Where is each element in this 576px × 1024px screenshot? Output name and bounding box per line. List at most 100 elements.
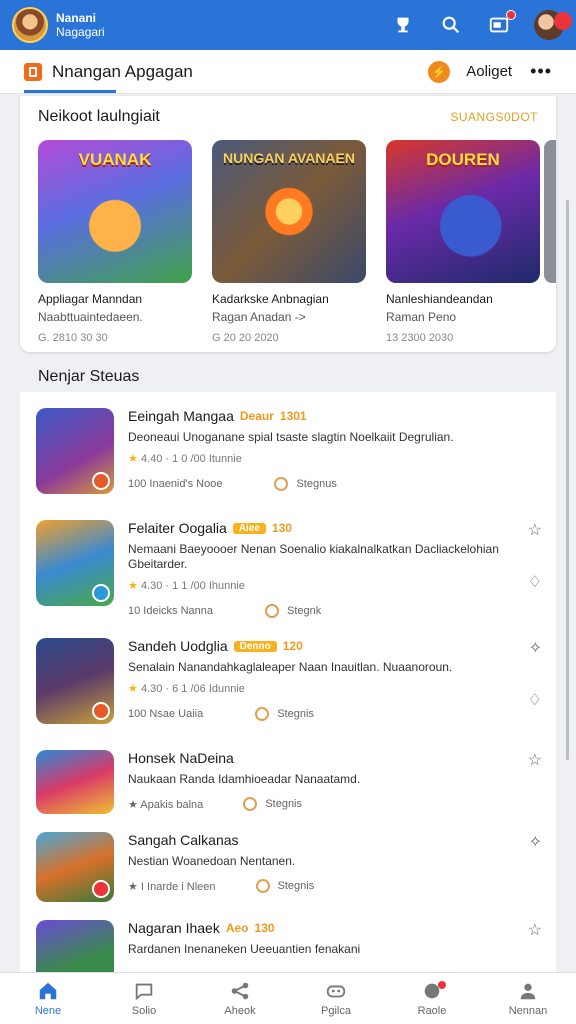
tag-label: Aeo [225,921,249,935]
shield-icon[interactable]: ♢ [528,572,542,592]
featured-carousel[interactable]: VUANAK Appliagar Manndan Naabttuaintedae… [38,140,540,344]
featured-header: Neikoot laulngiait SUANGS0DOT [20,96,556,126]
tag-number: 120 [282,639,303,653]
tab-right-label[interactable]: Aoliget [466,63,512,80]
featured-see-all-link[interactable]: SUANGS0DOT [450,110,538,124]
tab-active-indicator [24,90,116,93]
featured-item-sub: Raman Peno [386,310,457,324]
badge-icon [92,702,110,720]
nav-item-home[interactable]: Nene [0,973,96,1024]
list-item-text: Sandeh Uodglia Denno 120 Senalain Nanand… [128,638,508,721]
carousel-next-peek[interactable] [544,140,556,283]
featured-game-art[interactable]: NUNGAN AVANAEN [212,140,366,283]
chip-label: Stegnis [277,708,314,720]
star-icon: ★ [128,453,138,465]
badge-icon [92,584,110,602]
runner-icon[interactable]: ⚡ [428,60,451,83]
list-item-text: Honsek NaDeina Naukaan Randa Idamhioeada… [128,750,508,811]
game-footer: 100 Inaenid's Nooe Stegnus [128,477,508,491]
featured-game-art[interactable]: DOUREN [386,140,540,283]
featured-item-meta: 13 2300 2030 [386,332,454,344]
featured-item-meta: G 20 20 2020 [212,332,279,344]
chip-label: Stegnis [277,880,315,892]
game-chip[interactable]: Stegnus [274,477,337,491]
chip-icon [265,604,279,618]
nav-item-raole[interactable]: Raole [384,973,480,1024]
game-chip[interactable]: Stegnis [255,707,314,721]
chip-icon [274,477,289,491]
trophy-icon[interactable] [390,12,416,38]
search-icon[interactable] [438,12,464,38]
featured-title: Neikoot laulngiait [38,108,160,125]
tab-active-title[interactable]: Nnangan Apgagan [52,62,193,82]
brand-text: Nanani Nagagari [56,11,105,39]
game-name: Eeingah Mangaa [128,408,234,424]
game-icon[interactable] [36,832,114,902]
nav-label: Nennan [508,1005,548,1017]
list-item-title: Eeingah Mangaa Deaur 1301 [128,408,508,424]
game-list: Eeingah Mangaa Deaur 1301 Deoneaui Unoga… [20,392,556,972]
game-name: Felaiter Oogalia [128,520,227,536]
game-description: Senalain Nanandahkaglaleaper Naan Inauit… [128,660,453,674]
bottom-navigation: Nene Solio Aheok Pgilca Raole Nennan [0,972,576,1024]
game-chip[interactable]: Stegnis [243,797,302,811]
app-avatar[interactable] [12,7,48,43]
favorite-star-icon[interactable]: ☆ [528,920,542,940]
game-name: Sandeh Uodglia [128,638,228,654]
shield-icon[interactable]: ♢ [528,690,542,710]
featured-item-sub: Ragan Anadan -> [212,310,306,324]
featured-art-title: NUNGAN AVANAEN [223,150,355,166]
gamepad-icon [326,985,346,998]
chat-bubble-icon [135,983,153,1001]
game-icon[interactable] [36,638,114,724]
game-footer: 10 Ideicks Nanna Stegnk [128,604,508,618]
nav-label: Aheok [224,1005,256,1017]
featured-item[interactable]: VUANAK Appliagar Manndan Naabttuaintedae… [38,140,192,344]
game-icon[interactable] [36,750,114,814]
game-stats-text: 4.40 · 1 0 /00 Itunnie [140,453,242,465]
top-app-bar: Nanani Nagagari [0,0,576,50]
profile-avatar[interactable] [534,10,572,40]
sparkle-icon[interactable]: ✧ [529,638,542,658]
list-item-text: Sangah Calkanas Nestian Woanedoan Nentan… [128,832,508,893]
top-actions [390,10,572,40]
list-item-text: Eeingah Mangaa Deaur 1301 Deoneaui Unoga… [128,408,508,491]
nav-item-solio[interactable]: Solio [96,973,192,1024]
list-item-title: Felaiter Oogalia Aiee 130 [128,520,508,536]
game-icon[interactable] [36,920,114,972]
chip-icon [243,797,258,811]
nav-item-aheok[interactable]: Aheok [192,973,288,1024]
game-footer: 100 Nsae Uaiia Stegnis [128,707,508,721]
chip-icon [255,879,270,893]
tab-right-actions: ⚡ Aoliget ••• [428,60,552,83]
favorite-star-icon[interactable]: ☆ [528,750,542,770]
nav-item-pgilca[interactable]: Pgilca [288,973,384,1024]
game-footer-text: 100 Inaenid's Nooe [128,478,223,490]
game-icon[interactable] [36,520,114,606]
chip-label: Stegnis [265,798,303,810]
featured-item[interactable]: DOUREN Nanleshiandeandan Raman Peno 13 2… [386,140,540,344]
sparkle-icon[interactable]: ✧ [529,832,542,852]
game-description: Nemaani Baeyoooer Nenan Soenalio kiakaln… [128,542,499,571]
scrollbar[interactable] [566,200,569,760]
list-item-title: Honsek NaDeina [128,750,508,766]
game-footer: ★ Apakis balna Stegnis [128,797,508,811]
nav-label: Raole [417,1005,447,1017]
favorite-star-icon[interactable]: ☆ [528,520,542,540]
inbox-icon[interactable] [486,10,516,38]
featured-item-meta: G. 2810 30 30 [38,332,108,344]
featured-art-title: DOUREN [426,150,500,169]
game-description: Naukaan Randa Idamhioeadar Nanaatamd. [128,772,361,786]
game-footer-text: 10 Ideicks Nanna [128,605,213,617]
nav-label: Pgilca [321,1005,351,1017]
game-chip[interactable]: Stegnk [265,604,321,618]
tag-number: 130 [271,521,292,535]
game-footer: ★ I Inarde i Nleen Stegnis [128,879,508,893]
game-icon[interactable] [36,408,114,494]
game-chip[interactable]: Stegnis [255,879,315,893]
game-footer-text: ★ Apakis balna [128,798,204,811]
featured-item[interactable]: NUNGAN AVANAEN Kadarkske Anbnagian Ragan… [212,140,366,344]
more-options-icon[interactable]: ••• [530,61,552,82]
nav-item-nennan[interactable]: Nennan [480,973,576,1024]
featured-game-art[interactable]: VUANAK [38,140,192,283]
